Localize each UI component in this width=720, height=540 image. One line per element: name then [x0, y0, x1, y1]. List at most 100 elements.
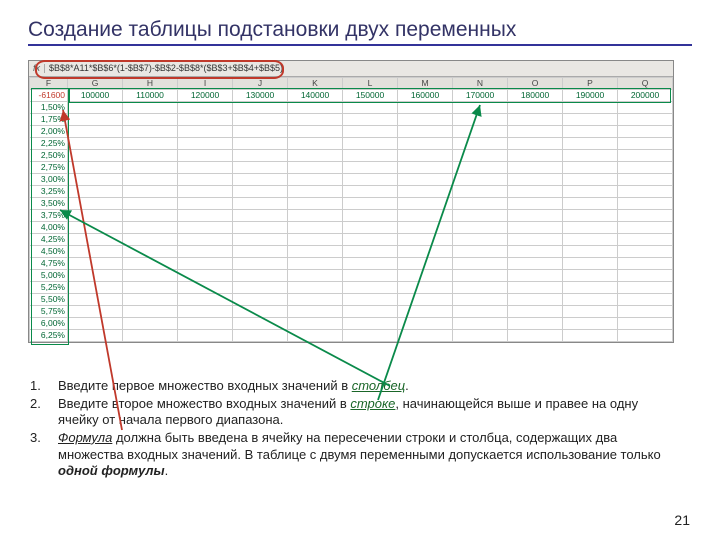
empty-cell [178, 150, 233, 162]
empty-cell [398, 246, 453, 258]
empty-cell [123, 138, 178, 150]
empty-cell [343, 246, 398, 258]
empty-cell [178, 102, 233, 114]
col-header: M [398, 78, 453, 90]
empty-cell [233, 306, 288, 318]
empty-cell [453, 174, 508, 186]
empty-cell [123, 234, 178, 246]
empty-cell [618, 306, 673, 318]
empty-cell [178, 282, 233, 294]
empty-cell [343, 162, 398, 174]
empty-cell [398, 198, 453, 210]
empty-cell [68, 186, 123, 198]
empty-cell [563, 198, 618, 210]
empty-cell [68, 114, 123, 126]
empty-cell [123, 270, 178, 282]
empty-cell [288, 306, 343, 318]
empty-cell [508, 150, 563, 162]
empty-cell [563, 258, 618, 270]
row-input-value: 150000 [343, 90, 398, 102]
col-header: O [508, 78, 563, 90]
empty-cell [68, 282, 123, 294]
empty-cell [343, 258, 398, 270]
empty-cell [453, 306, 508, 318]
empty-cell [398, 150, 453, 162]
empty-cell [398, 186, 453, 198]
empty-cell [343, 318, 398, 330]
empty-cell [288, 174, 343, 186]
empty-cell [233, 102, 288, 114]
instruction-list: 1. Введите первое множество входных знач… [30, 378, 670, 481]
row-input-value: 130000 [233, 90, 288, 102]
empty-cell [343, 294, 398, 306]
empty-cell [563, 102, 618, 114]
empty-cell [453, 102, 508, 114]
spreadsheet-grid: F G H I J K L M N O P Q -616001000001100… [29, 77, 673, 342]
empty-cell [398, 282, 453, 294]
empty-cell [288, 294, 343, 306]
empty-cell [233, 318, 288, 330]
empty-cell [68, 102, 123, 114]
column-input-value: 1,50% [30, 102, 68, 114]
empty-cell [398, 222, 453, 234]
column-input-value: 3,75% [30, 210, 68, 222]
empty-cell [123, 306, 178, 318]
empty-cell [178, 138, 233, 150]
empty-cell [398, 210, 453, 222]
empty-cell [453, 282, 508, 294]
list-number: 2. [30, 396, 58, 429]
empty-cell [68, 306, 123, 318]
empty-cell [508, 282, 563, 294]
fx-icon: fx [29, 64, 45, 73]
empty-cell [398, 102, 453, 114]
empty-cell [453, 138, 508, 150]
corner-cell: -61600 [30, 90, 68, 102]
formula-text: $B$8*A11*$B$6*(1-$B$7)-$B$2-$B$8*($B$3+$… [45, 64, 673, 73]
empty-cell [233, 150, 288, 162]
empty-cell [343, 174, 398, 186]
list-number: 3. [30, 430, 58, 480]
empty-cell [123, 330, 178, 342]
empty-cell [178, 318, 233, 330]
empty-cell [288, 330, 343, 342]
empty-cell [618, 234, 673, 246]
empty-cell [508, 126, 563, 138]
empty-cell [563, 186, 618, 198]
empty-cell [398, 138, 453, 150]
row-input-value: 180000 [508, 90, 563, 102]
empty-cell [288, 186, 343, 198]
empty-cell [343, 330, 398, 342]
empty-cell [178, 222, 233, 234]
empty-cell [618, 126, 673, 138]
empty-cell [123, 150, 178, 162]
empty-cell [563, 318, 618, 330]
empty-cell [123, 126, 178, 138]
empty-cell [398, 270, 453, 282]
column-input-value: 6,00% [30, 318, 68, 330]
empty-cell [453, 222, 508, 234]
empty-cell [398, 306, 453, 318]
empty-cell [398, 162, 453, 174]
empty-cell [288, 198, 343, 210]
empty-cell [233, 282, 288, 294]
empty-cell [288, 150, 343, 162]
empty-cell [233, 186, 288, 198]
empty-cell [68, 270, 123, 282]
empty-cell [563, 306, 618, 318]
empty-cell [288, 138, 343, 150]
empty-cell [178, 306, 233, 318]
empty-cell [178, 270, 233, 282]
list-text: Введите первое множество входных значени… [58, 378, 670, 395]
empty-cell [343, 126, 398, 138]
empty-cell [233, 246, 288, 258]
empty-cell [453, 186, 508, 198]
empty-cell [398, 234, 453, 246]
row-input-value: 120000 [178, 90, 233, 102]
empty-cell [123, 318, 178, 330]
list-text: Введите второе множество входных значени… [58, 396, 670, 429]
column-input-value: 4,75% [30, 258, 68, 270]
empty-cell [68, 294, 123, 306]
empty-cell [123, 210, 178, 222]
list-item: 1. Введите первое множество входных знач… [30, 378, 670, 395]
empty-cell [563, 294, 618, 306]
